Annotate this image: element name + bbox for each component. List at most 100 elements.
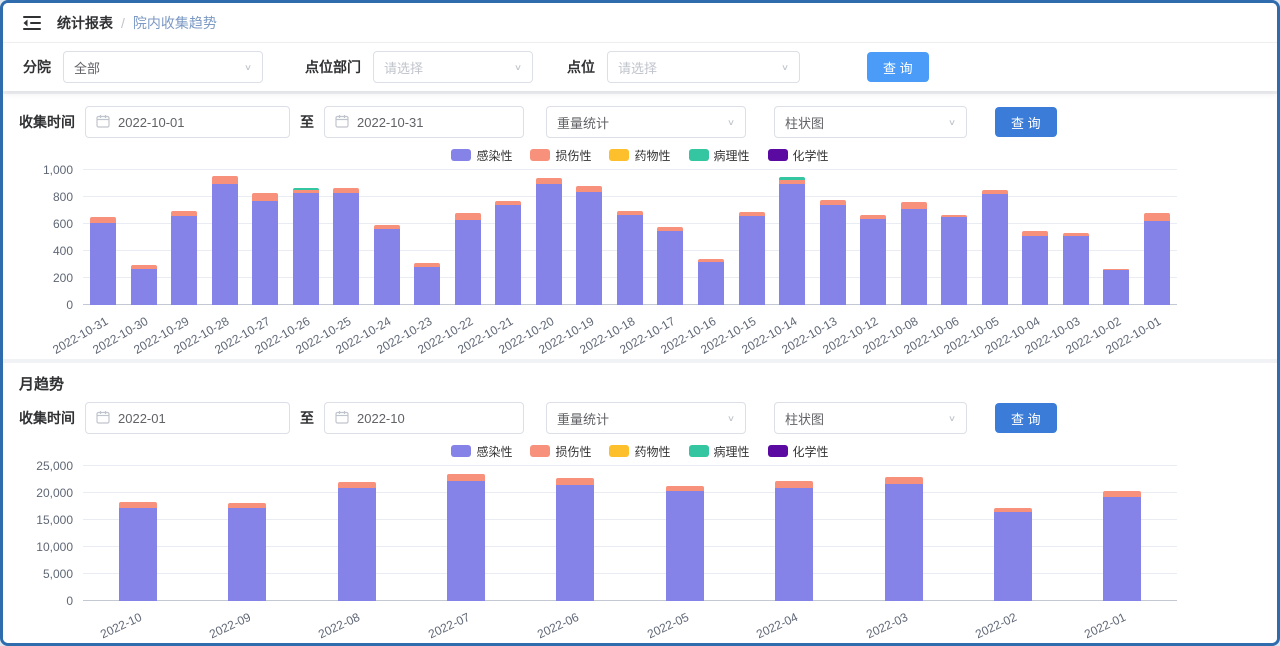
bar-slot: 2022-10-26: [286, 170, 327, 305]
bar-2022-10-29[interactable]: [171, 170, 197, 305]
bar-2022-10-06[interactable]: [941, 170, 967, 305]
bar-2022-04[interactable]: [775, 466, 813, 601]
bar-2022-10-19[interactable]: [576, 170, 602, 305]
legend-item[interactable]: 病理性: [689, 147, 750, 164]
chart-body: 02004006008001,0002022-10-312022-10-3020…: [19, 170, 1261, 305]
monthly-chart-type-select[interactable]: 柱状图 ∨: [774, 402, 967, 434]
legend-item[interactable]: 损伤性: [530, 147, 591, 164]
bar-2022-10-04[interactable]: [1022, 170, 1048, 305]
x-axis-tick-label: 2022-08: [317, 610, 363, 641]
bar-2022-10-20[interactable]: [536, 170, 562, 305]
bar-2022-10-31[interactable]: [90, 170, 116, 305]
bar-segment-感染性: [1103, 497, 1141, 601]
breadcrumb-root[interactable]: 统计报表: [57, 13, 113, 33]
bar-segment-感染性: [576, 192, 602, 305]
bar-2022-10-17[interactable]: [657, 170, 683, 305]
bar-2022-10-01[interactable]: [1144, 170, 1170, 305]
bar-segment-感染性: [1022, 236, 1048, 305]
bar-segment-感染性: [495, 205, 521, 305]
bar-segment-感染性: [941, 217, 967, 305]
bar-segment-感染性: [374, 229, 400, 305]
bar-2022-10-13[interactable]: [820, 170, 846, 305]
legend-item[interactable]: 感染性: [451, 147, 512, 164]
bar-2022-10-21[interactable]: [495, 170, 521, 305]
bar-2022-05[interactable]: [666, 466, 704, 601]
bar-segment-损伤性: [212, 176, 238, 183]
bar-2022-10-25[interactable]: [333, 170, 359, 305]
chevron-down-icon: ∨: [948, 117, 956, 127]
bar-2022-10-16[interactable]: [698, 170, 724, 305]
daily-time-label: 收集时间: [19, 112, 75, 132]
daily-date-end-input[interactable]: 2022-10-31: [324, 106, 524, 138]
bar-2022-10-05[interactable]: [982, 170, 1008, 305]
legend-item[interactable]: 化学性: [768, 147, 829, 164]
monthly-stat-type-select[interactable]: 重量统计 ∨: [546, 402, 746, 434]
bar-segment-感染性: [1063, 236, 1089, 305]
bar-2022-10-26[interactable]: [293, 170, 319, 305]
x-axis-tick-label: 2022-10: [98, 610, 144, 641]
point-select-placeholder: 请选择: [618, 58, 657, 77]
bar-2022-10[interactable]: [119, 466, 157, 601]
bar-slot: 2022-10-30: [124, 170, 165, 305]
bar-2022-10-15[interactable]: [739, 170, 765, 305]
calendar-icon: [96, 410, 110, 427]
bar-2022-10-12[interactable]: [860, 170, 886, 305]
daily-query-button[interactable]: 查 询: [995, 107, 1057, 137]
y-axis-tick-label: 0: [66, 298, 73, 312]
bar-2022-01[interactable]: [1103, 466, 1141, 601]
legend-item[interactable]: 药物性: [609, 443, 670, 460]
daily-stat-type-select[interactable]: 重量统计 ∨: [546, 106, 746, 138]
branch-select[interactable]: 全部 ∨: [63, 51, 263, 83]
legend-label: 药物性: [634, 147, 670, 164]
global-filterbar: 分院 全部 ∨ 点位部门 请选择 ∨ 点位 请选择 ∨ 查 询: [3, 43, 1277, 91]
bar-2022-10-23[interactable]: [414, 170, 440, 305]
legend-item[interactable]: 病理性: [689, 443, 750, 460]
bar-segment-感染性: [90, 223, 116, 305]
legend-item[interactable]: 损伤性: [530, 443, 591, 460]
bar-2022-10-02[interactable]: [1103, 170, 1129, 305]
daily-chart-type-select[interactable]: 柱状图 ∨: [774, 106, 967, 138]
bar-slot: 2022-07: [411, 466, 520, 601]
legend-label: 化学性: [793, 443, 829, 460]
bar-2022-10-30[interactable]: [131, 170, 157, 305]
daily-chart-type-value: 柱状图: [785, 113, 824, 132]
bar-2022-10-08[interactable]: [901, 170, 927, 305]
x-axis-tick-label: 2022-01: [1082, 610, 1128, 641]
bar-2022-10-22[interactable]: [455, 170, 481, 305]
bar-2022-02[interactable]: [994, 466, 1032, 601]
monthly-date-start-input[interactable]: 2022-01: [85, 402, 290, 434]
bar-2022-10-27[interactable]: [252, 170, 278, 305]
bar-2022-10-14[interactable]: [779, 170, 805, 305]
bar-segment-感染性: [212, 184, 238, 306]
bar-2022-10-18[interactable]: [617, 170, 643, 305]
legend-item[interactable]: 感染性: [451, 443, 512, 460]
monthly-query-button[interactable]: 查 询: [995, 403, 1057, 433]
legend-item[interactable]: 化学性: [768, 443, 829, 460]
monthly-date-end-input[interactable]: 2022-10: [324, 402, 524, 434]
menu-fold-icon[interactable]: [23, 15, 41, 31]
bar-segment-感染性: [455, 220, 481, 305]
daily-date-start-input[interactable]: 2022-10-01: [85, 106, 290, 138]
bar-segment-感染性: [536, 184, 562, 306]
y-axis-tick-label: 400: [53, 244, 73, 258]
global-query-button[interactable]: 查 询: [867, 52, 929, 82]
point-select[interactable]: 请选择 ∨: [607, 51, 800, 83]
monthly-panel: 月趋势 收集时间 2022-01 至 2022-10 重量统计: [3, 363, 1277, 643]
monthly-time-label: 收集时间: [19, 408, 75, 428]
x-axis-tick-label: 2022-03: [864, 610, 910, 641]
bar-segment-损伤性: [252, 193, 278, 201]
bar-slot: 2022-04: [739, 466, 848, 601]
bar-2022-06[interactable]: [556, 466, 594, 601]
bar-slot: 2022-10-28: [205, 170, 246, 305]
bar-2022-09[interactable]: [228, 466, 266, 601]
bar-2022-07[interactable]: [447, 466, 485, 601]
dept-select[interactable]: 请选择 ∨: [373, 51, 533, 83]
legend-item[interactable]: 药物性: [609, 147, 670, 164]
bar-2022-10-24[interactable]: [374, 170, 400, 305]
bar-slot: 2022-10-16: [691, 170, 732, 305]
bar-slot: 2022-10-29: [164, 170, 205, 305]
bar-2022-10-03[interactable]: [1063, 170, 1089, 305]
bar-2022-10-28[interactable]: [212, 170, 238, 305]
bar-2022-08[interactable]: [338, 466, 376, 601]
bar-2022-03[interactable]: [885, 466, 923, 601]
